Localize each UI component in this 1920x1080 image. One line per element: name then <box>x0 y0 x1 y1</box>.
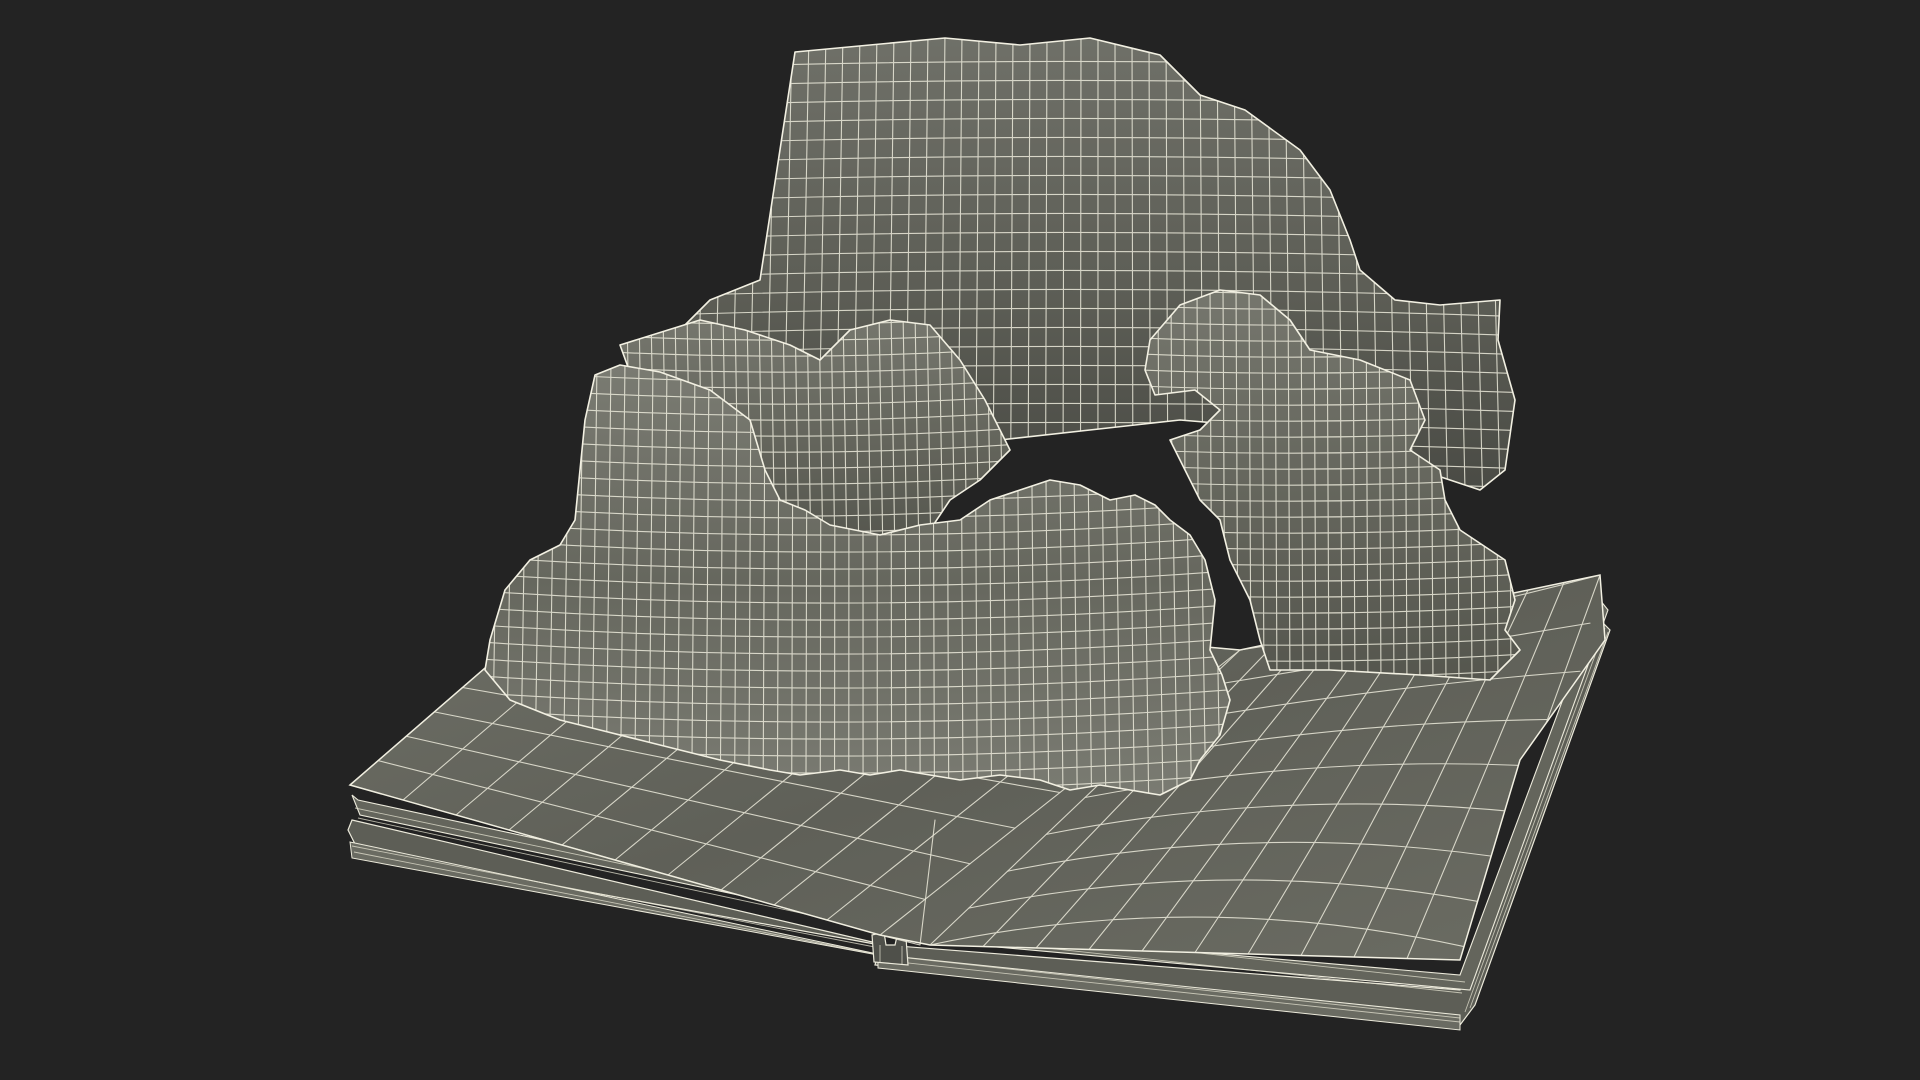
wireframe-scene <box>347 37 1611 1031</box>
wire-edge <box>1079 38 1082 490</box>
render-viewport <box>0 0 1920 1080</box>
